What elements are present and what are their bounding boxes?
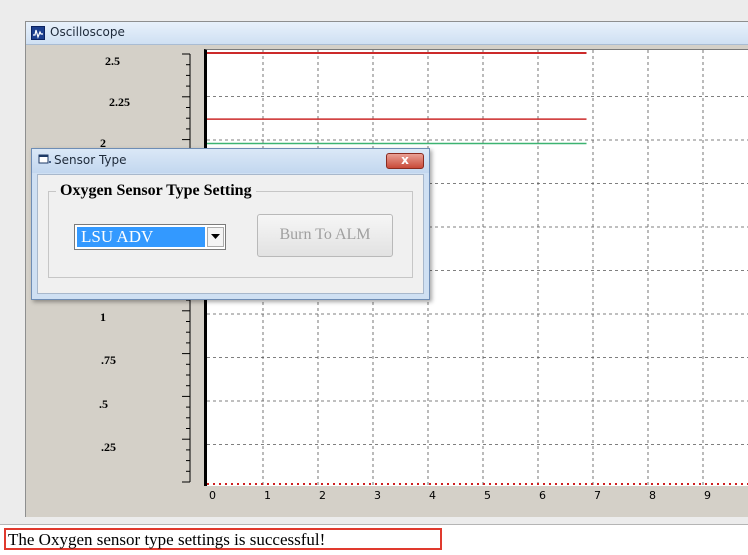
y-tick-label: 2.25 bbox=[109, 95, 130, 109]
y-tick-label: .75 bbox=[101, 353, 116, 367]
sensor-type-dialog: Sensor Type x Oxygen Sensor Type Setting… bbox=[31, 148, 430, 300]
chevron-down-icon bbox=[211, 234, 220, 239]
app-background: Oscilloscope 2.5 2.25 2 1 .75 .5 .25 012… bbox=[0, 0, 748, 555]
burn-to-alm-button[interactable]: Burn To ALM bbox=[257, 214, 393, 257]
dialog-title: Sensor Type bbox=[54, 153, 127, 167]
burn-button-label: Burn To ALM bbox=[279, 226, 371, 243]
group-title: Oxygen Sensor Type Setting bbox=[56, 182, 256, 200]
x-tick-label: 5 bbox=[484, 489, 491, 502]
x-tick-label: 7 bbox=[594, 489, 601, 502]
close-button[interactable]: x bbox=[386, 153, 424, 169]
dialog-titlebar[interactable]: Sensor Type x bbox=[32, 149, 429, 173]
dropdown-button[interactable] bbox=[207, 227, 224, 247]
x-tick-label: 9 bbox=[704, 489, 711, 502]
oscilloscope-icon bbox=[31, 26, 45, 40]
window-title: Oscilloscope bbox=[50, 25, 125, 39]
oscilloscope-titlebar[interactable]: Oscilloscope bbox=[26, 22, 748, 45]
sensor-type-select[interactable]: LSU ADV bbox=[74, 224, 226, 250]
x-tick-label: 4 bbox=[429, 489, 436, 502]
close-icon: x bbox=[401, 153, 409, 167]
y-tick-label: .5 bbox=[99, 397, 108, 411]
x-tick-label: 1 bbox=[264, 489, 271, 502]
sensor-type-selected-value: LSU ADV bbox=[77, 227, 205, 247]
y-tick-label: 2.5 bbox=[105, 54, 120, 68]
x-tick-label: 3 bbox=[374, 489, 381, 502]
x-tick-label: 0 bbox=[209, 489, 216, 502]
x-tick-label: 6 bbox=[539, 489, 546, 502]
x-tick-label: 2 bbox=[319, 489, 326, 502]
traces bbox=[207, 52, 587, 145]
status-message: The Oxygen sensor type settings is succe… bbox=[8, 530, 326, 549]
y-tick-label: 1 bbox=[100, 310, 106, 324]
dialog-window-icon bbox=[38, 154, 51, 164]
x-tick-label: 8 bbox=[649, 489, 656, 502]
y-tick-label: .25 bbox=[101, 440, 116, 454]
